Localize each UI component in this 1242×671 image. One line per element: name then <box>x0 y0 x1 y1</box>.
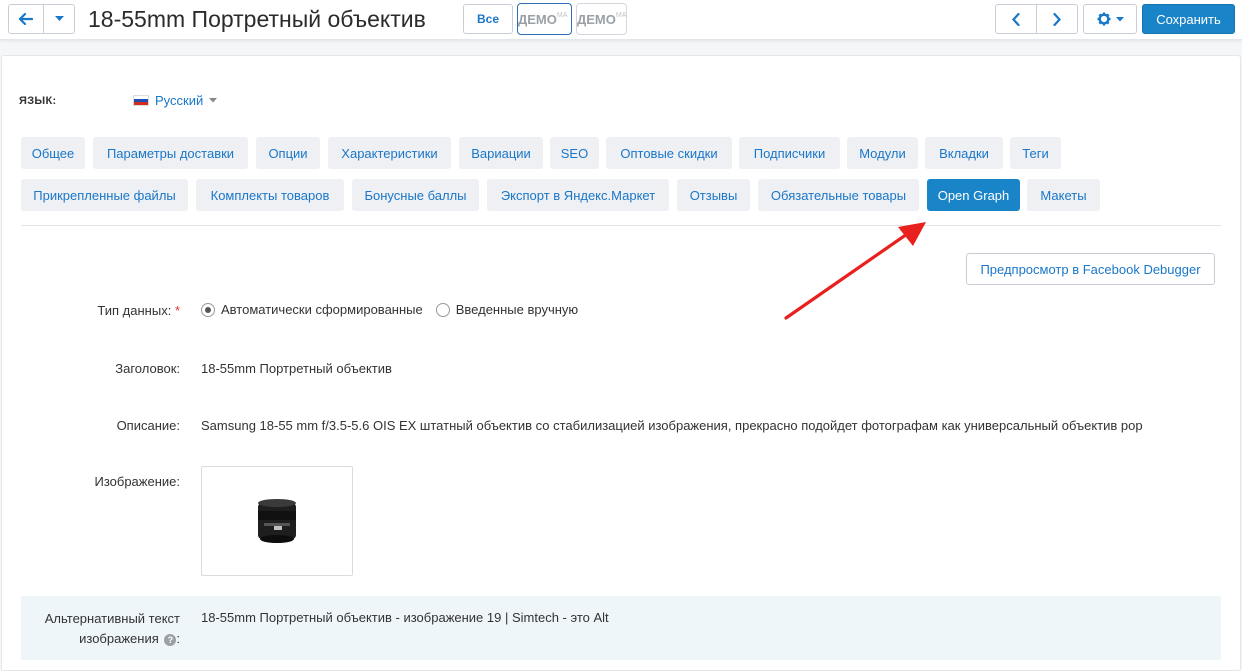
camera-lens-icon <box>258 499 296 543</box>
alt-text-label-line1: Альтернативный текст <box>44 611 180 626</box>
tab-general[interactable]: Общее <box>21 137 85 169</box>
demo-store-logo[interactable]: ДЕМОMA <box>517 3 572 35</box>
tab-reviews[interactable]: Отзывы <box>677 179 750 211</box>
back-dropdown-button[interactable] <box>43 4 75 34</box>
facebook-debugger-preview-button[interactable]: Предпросмотр в Facebook Debugger <box>966 253 1215 285</box>
caret-down-icon <box>1115 16 1124 21</box>
tab-yandex-market-export[interactable]: Экспорт в Яндекс.Маркет <box>487 179 669 211</box>
tab-layouts[interactable]: Макеты <box>1027 179 1100 211</box>
alt-text-value: 18-55mm Портретный объектив - изображени… <box>201 610 609 625</box>
data-type-radio-group: Автоматически сформированные Введенные в… <box>201 302 578 317</box>
demo-logo-text: ДЕМО <box>518 12 557 27</box>
help-icon[interactable]: ? <box>164 633 177 646</box>
title-value: 18-55mm Портретный объектив <box>201 361 392 376</box>
tab-features[interactable]: Характеристики <box>328 137 451 169</box>
tab-wholesale-discounts[interactable]: Оптовые скидки <box>606 137 732 169</box>
tab-variations[interactable]: Вариации <box>459 137 543 169</box>
tab-shipping-params[interactable]: Параметры доставки <box>93 137 248 169</box>
description-value: Samsung 18-55 mm f/3.5-5.6 OIS EX штатны… <box>201 418 1143 433</box>
radio-auto-label[interactable]: Автоматически сформированные <box>221 302 423 317</box>
back-button[interactable] <box>8 4 44 34</box>
data-type-label-text: Тип данных: <box>97 303 172 318</box>
settings-dropdown-button[interactable] <box>1083 4 1137 34</box>
language-selector[interactable]: Русский <box>133 93 218 108</box>
description-label: Описание: <box>116 418 180 433</box>
demo-logo-sub: MA <box>556 12 568 19</box>
russia-flag-icon <box>133 95 149 106</box>
top-toolbar: 18-55mm Портретный объектив Все ДЕМОMA Д… <box>0 0 1242 40</box>
tab-subscribers[interactable]: Подписчики <box>739 137 840 169</box>
tab-open-graph[interactable]: Open Graph <box>927 179 1020 211</box>
tab-tabs[interactable]: Вкладки <box>925 137 1003 169</box>
tab-required-products[interactable]: Обязательные товары <box>758 179 919 211</box>
alt-text-label-line2: изображения <box>79 631 159 646</box>
language-value: Русский <box>155 93 204 108</box>
alt-text-row <box>21 596 1221 660</box>
demo-logo-sub-2: MA <box>615 12 627 19</box>
arrow-left-icon <box>19 13 33 25</box>
tab-product-bundles[interactable]: Комплекты товаров <box>196 179 344 211</box>
required-mark: * <box>174 303 180 318</box>
save-button[interactable]: Сохранить <box>1142 4 1235 34</box>
previous-product-button[interactable] <box>995 4 1037 34</box>
tab-seo[interactable]: SEO <box>550 137 599 169</box>
language-label: ЯЗЫК: <box>19 95 57 107</box>
tab-tags[interactable]: Теги <box>1010 137 1061 169</box>
title-label: Заголовок: <box>115 361 180 376</box>
caret-down-icon <box>54 16 64 21</box>
radio-auto-generated[interactable] <box>201 302 215 317</box>
tab-addons[interactable]: Модули <box>847 137 918 169</box>
data-type-label: Тип данных: * <box>0 303 180 318</box>
next-product-button[interactable] <box>1036 4 1078 34</box>
product-image[interactable] <box>201 466 353 576</box>
radio-manual-label[interactable]: Введенные вручную <box>456 302 578 317</box>
alt-text-label: Альтернативный текст изображения ?: <box>0 609 180 649</box>
image-label: Изображение: <box>94 474 180 489</box>
tab-attached-files[interactable]: Прикрепленные файлы <box>21 179 188 211</box>
page-title: 18-55mm Портретный объектив <box>88 6 426 32</box>
radio-manual[interactable] <box>435 302 450 317</box>
chevron-right-icon <box>1053 12 1061 26</box>
caret-down-icon <box>209 98 218 103</box>
chevron-left-icon <box>1012 12 1020 26</box>
tab-options[interactable]: Опции <box>256 137 320 169</box>
demo-store-logo-2[interactable]: ДЕМОMA <box>576 3 627 35</box>
demo-logo-text-2: ДЕМО <box>577 12 616 27</box>
tab-reward-points[interactable]: Бонусные баллы <box>352 179 479 211</box>
all-vendors-button[interactable]: Все <box>463 4 513 34</box>
gear-icon <box>1097 12 1110 26</box>
tabs-divider <box>21 225 1221 226</box>
